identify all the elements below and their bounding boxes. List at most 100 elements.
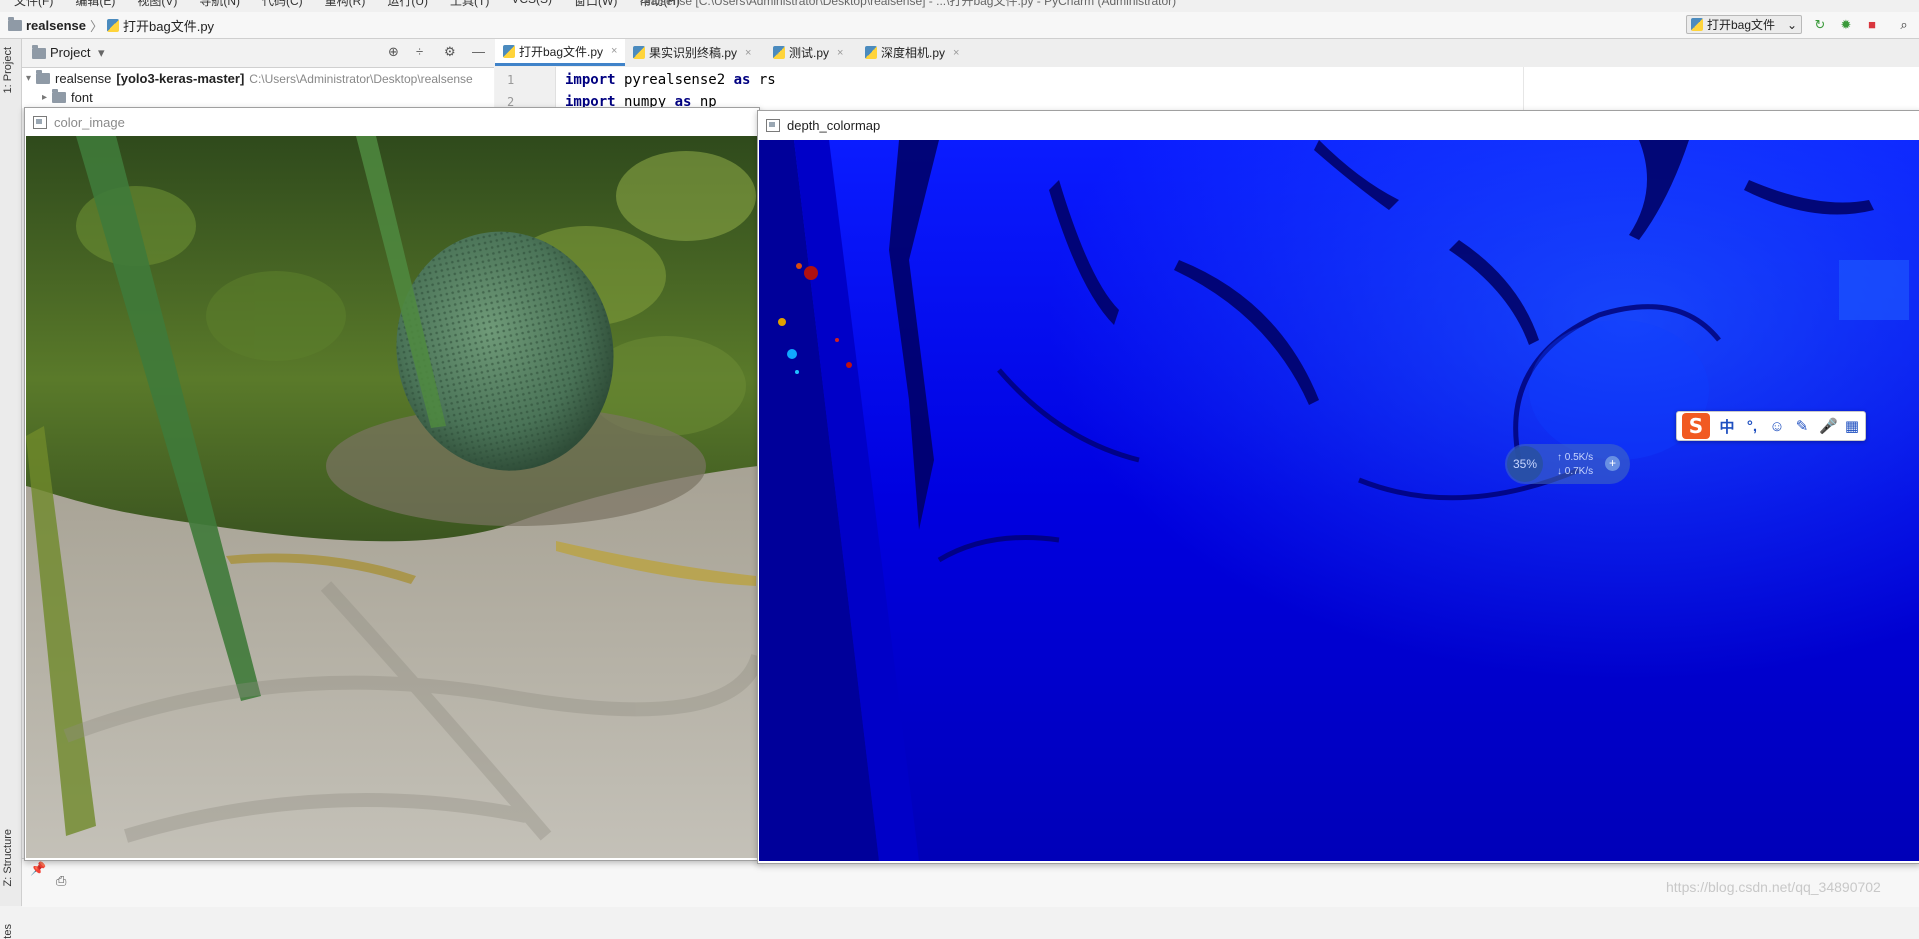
python-file-icon (773, 46, 785, 59)
tab-favorites[interactable]: tes (2, 924, 14, 939)
window-icon (766, 118, 780, 132)
keyword: import (565, 72, 616, 88)
ime-emoji-icon[interactable]: ☺ (1769, 418, 1785, 435)
network-speed-widget[interactable]: 35% ↑ 0.5K/s ↓ 0.7K/s + (1505, 444, 1630, 484)
memory-usage-percent: 35% (1507, 446, 1543, 482)
color-image-canvas (26, 136, 758, 859)
depth-colormap-window[interactable]: depth_colormap (757, 110, 1919, 864)
bottom-tool-area: 📌 ⎙ (22, 858, 1919, 907)
window-titlebar[interactable]: depth_colormap (758, 111, 1919, 139)
tree-folder-font: font (71, 90, 93, 105)
rerun-icon[interactable]: ↻ (1812, 17, 1828, 33)
depth-colormap-canvas (759, 140, 1919, 862)
window-titlebar[interactable]: color_image (25, 108, 759, 136)
tab-fruit-recognition[interactable]: 果实识别终稿.py × (625, 39, 759, 66)
python-file-icon (1691, 18, 1703, 31)
tree-root-path: C:\Users\Administrator\Desktop\realsense (249, 71, 473, 86)
breadcrumb-file[interactable]: 打开bag文件.py (123, 16, 214, 35)
chevron-right-icon[interactable]: ▸ (42, 92, 47, 103)
project-panel-title[interactable]: Project (50, 45, 90, 60)
color-image-window[interactable]: color_image (24, 107, 760, 861)
python-file-icon (107, 19, 120, 32)
pin-icon[interactable]: 📌 (30, 861, 46, 877)
menu-file[interactable]: 文件(F) (14, 0, 53, 9)
watermark: https://blog.csdn.net/qq_34890702 (1666, 879, 1881, 895)
depth-colormap-image (759, 140, 1919, 861)
close-icon[interactable]: × (611, 45, 617, 57)
editor-tab-bar: 打开bag文件.py × 果实识别终稿.py × 测试.py × 深度相机.py… (495, 39, 1919, 68)
tree-root-name: realsense (55, 71, 112, 86)
menu-tools[interactable]: 工具(T) (450, 0, 489, 9)
menu-refactor[interactable]: 重构(R) (325, 0, 366, 9)
line-number: 1 (507, 73, 515, 87)
ime-toolbar[interactable]: S 中 °, ☺ ✎ 🎤 ▦ (1676, 411, 1866, 441)
window-icon (33, 115, 47, 129)
menu-edit[interactable]: 编辑(E) (75, 0, 115, 9)
chevron-down-icon[interactable]: ▾ (98, 45, 105, 61)
tab-label: 深度相机.py (881, 46, 946, 60)
menu-run[interactable]: 运行(U) (387, 0, 428, 9)
folder-icon (36, 70, 51, 84)
print-icon[interactable]: ⎙ (56, 873, 66, 889)
window-title: realsense [C:\Users\Administrator\Deskto… (640, 0, 1177, 8)
breadcrumb: realsense 〉 打开bag文件.py (8, 16, 214, 35)
close-icon[interactable]: × (837, 47, 843, 59)
project-tree: ▾ realsense [yolo3-keras-master] C:\User… (22, 68, 494, 108)
locate-icon[interactable]: ⊕ (388, 44, 399, 60)
folder-icon (8, 17, 22, 31)
code-line-1[interactable]: import pyrealsense2 as rs (565, 72, 776, 88)
tab-label: 打开bag文件.py (519, 44, 604, 59)
breadcrumb-project[interactable]: realsense (26, 18, 86, 33)
window-title: depth_colormap (787, 117, 881, 133)
ime-chinese-mode[interactable]: 中 (1719, 416, 1735, 437)
chevron-down-icon: ⌄ (1786, 17, 1797, 32)
left-tool-strip: 1: Project Z: Structure tes (0, 39, 22, 939)
tab-label: 测试.py (789, 46, 830, 60)
project-icon (32, 45, 46, 59)
menu-items: 文件(F) 编辑(E) 视图(V) 导航(N) 代码(C) 重构(R) 运行(U… (14, 0, 680, 9)
python-file-icon (503, 44, 515, 58)
alias: rs (750, 72, 776, 88)
breadcrumb-separator: 〉 (90, 19, 104, 34)
ime-voice-icon[interactable]: 🎤 (1819, 417, 1838, 435)
download-speed: ↓ 0.7K/s (1557, 466, 1594, 477)
collapse-all-icon[interactable]: ÷ (416, 44, 423, 59)
run-config-label: 打开bag文件 (1707, 18, 1776, 32)
tab-project[interactable]: 1: Project (2, 47, 14, 93)
tab-structure[interactable]: Z: Structure (2, 829, 14, 886)
tree-root-module: [yolo3-keras-master] (116, 71, 245, 86)
tab-depth-camera[interactable]: 深度相机.py × (857, 39, 967, 66)
menu-view[interactable]: 视图(V) (137, 0, 177, 9)
keyword: as (733, 72, 751, 88)
ime-handwriting-icon[interactable]: ✎ (1794, 417, 1810, 435)
run-config-select[interactable]: 打开bag文件 ⌄ (1686, 15, 1802, 34)
stop-icon[interactable]: ■ (1864, 17, 1880, 33)
menu-vcs[interactable]: VCS(S) (511, 0, 552, 9)
folder-icon (52, 89, 67, 103)
color-image (26, 136, 758, 858)
debug-icon[interactable]: ✹ (1838, 17, 1854, 33)
close-icon[interactable]: × (953, 47, 959, 59)
tab-label: 果实识别终稿.py (649, 46, 738, 60)
menu-window[interactable]: 窗口(W) (574, 0, 617, 9)
search-icon[interactable]: ⌕ (1896, 17, 1912, 33)
python-file-icon (865, 46, 877, 59)
sogou-logo-icon[interactable]: S (1682, 413, 1710, 439)
upload-speed: ↑ 0.5K/s (1557, 452, 1594, 463)
tab-test[interactable]: 测试.py × (765, 39, 851, 66)
hide-panel-icon[interactable]: — (472, 44, 485, 59)
tab-open-bag[interactable]: 打开bag文件.py × (495, 39, 626, 66)
tree-row-font[interactable]: ▸ font (42, 89, 93, 105)
menu-navigate[interactable]: 导航(N) (199, 0, 240, 9)
project-panel-header: Project ▾ ⊕ ÷ ⚙ — (22, 39, 494, 68)
python-file-icon (633, 46, 645, 59)
boost-plus-icon[interactable]: + (1605, 456, 1620, 471)
navigation-bar: realsense 〉 打开bag文件.py 打开bag文件 ⌄ ↻ ✹ ■ ⌕ (0, 12, 1919, 39)
tree-row-root[interactable]: ▾ realsense [yolo3-keras-master] C:\User… (26, 70, 473, 86)
menu-code[interactable]: 代码(C) (262, 0, 303, 9)
gear-icon[interactable]: ⚙ (444, 44, 456, 60)
close-icon[interactable]: × (745, 47, 751, 59)
ime-punctuation-icon[interactable]: °, (1744, 418, 1760, 435)
ime-toolbox-icon[interactable]: ▦ (1844, 417, 1860, 435)
chevron-down-icon[interactable]: ▾ (26, 73, 31, 84)
